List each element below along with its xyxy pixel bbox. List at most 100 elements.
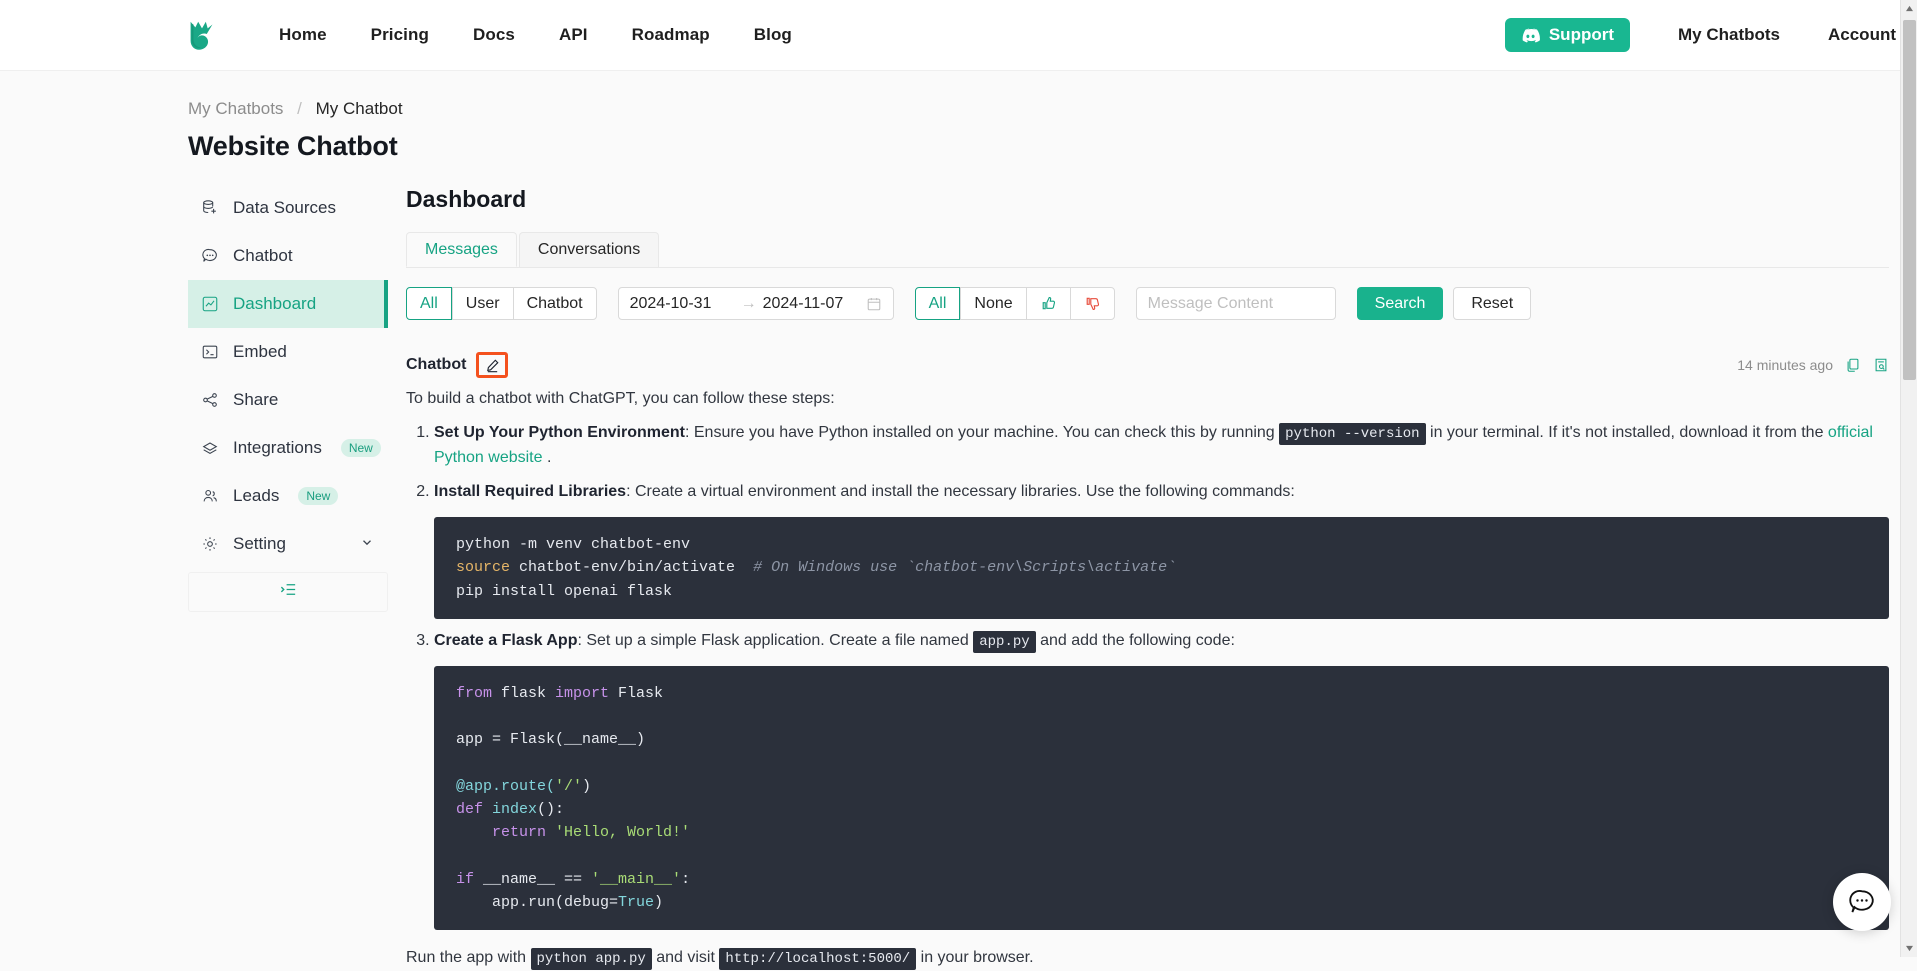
date-range-picker[interactable]: 2024-10-31 → 2024-11-07 [617,287,894,320]
feedback-filter-all[interactable]: All [914,287,961,320]
nav-link-account[interactable]: Account [1828,25,1896,45]
sidebar-item-integrations[interactable]: Integrations New [188,424,388,472]
primary-nav: Home Pricing Docs API Roadmap Blog [279,25,792,45]
thumbs-up-icon [1040,295,1057,312]
code-block-flask: from flask import Flask app = Flask(__na… [434,665,1889,931]
code-text: __name__ == [474,870,592,888]
code-terminal-icon [200,343,219,362]
sidebar-item-label: Embed [233,342,287,361]
sidebar-item-leads[interactable]: Leads New [188,472,388,520]
step-text-2: in your terminal. If it's not installed,… [1425,423,1828,441]
step-item: Install Required Libraries: Create a vir… [434,480,1889,619]
message-content-input[interactable] [1135,287,1336,320]
date-range-arrow-icon: → [740,294,757,312]
search-button[interactable]: Search [1356,287,1444,320]
code-kw-if: if [456,870,475,888]
message-meta: 14 minutes ago [1737,357,1889,373]
date-from-input[interactable]: 2024-10-31 [630,295,735,313]
nav-right-group: Support My Chatbots Account [1504,18,1896,52]
feedback-filter-thumbs-up[interactable] [1025,287,1070,320]
chat-widget-button[interactable] [1833,873,1891,931]
sidebar-item-dashboard[interactable]: Dashboard [188,280,388,328]
inline-code: python --version [1279,422,1426,445]
sidebar-badge-new: New [298,486,339,506]
nav-link-home[interactable]: Home [279,25,327,45]
code-text: flask [492,684,556,702]
sidebar-item-setting[interactable]: Setting [188,520,388,568]
feedback-filter-thumbs-down[interactable] [1069,287,1115,320]
dashboard-heading: Dashboard [406,186,527,212]
inline-code-run: python app.py [530,948,652,971]
message-timestamp: 14 minutes ago [1737,357,1833,373]
breadcrumb-separator: / [297,99,302,118]
message-intro: To build a chatbot with ChatGPT, you can… [406,390,835,407]
users-icon [200,487,219,506]
filter-toolbar: All User Chatbot 2024-10-31 → 2024-11-07 [406,287,1889,320]
breadcrumb: My Chatbots / My Chatbot [188,99,1917,119]
nav-link-my-chatbots[interactable]: My Chatbots [1678,25,1780,45]
scroll-down-arrow-icon[interactable] [1901,940,1917,957]
feedback-filter-none[interactable]: None [960,287,1026,320]
tab-messages[interactable]: Messages [406,232,517,267]
run-instruction: Run the app with python app.py and visit… [406,946,1889,971]
nav-link-docs[interactable]: Docs [473,25,515,45]
share-nodes-icon [200,391,219,410]
date-to-input[interactable]: 2024-11-07 [763,295,844,313]
edit-message-button[interactable] [476,352,509,378]
code-bool-true: True [618,893,655,911]
sidebar-item-label: Setting [233,534,286,553]
sidebar-item-label: Leads [233,486,280,505]
code-line-3: pip install openai flask [456,582,673,600]
thumbs-down-icon [1084,295,1101,312]
tab-bar: Messages Conversations [406,232,1889,268]
step-text-3: . [542,448,552,466]
message-header: Chatbot 14 minutes ago [406,352,1889,378]
chatbot-logo[interactable] [181,14,223,56]
sender-filter-user[interactable]: User [451,287,513,320]
steps-list: Set Up Your Python Environment: Ensure y… [406,421,1889,931]
discord-icon [1521,28,1540,43]
sidebar-item-embed[interactable]: Embed [188,328,388,376]
breadcrumb-parent[interactable]: My Chatbots [188,99,283,118]
copy-icon[interactable] [1845,357,1861,373]
code-text: ) [654,893,664,911]
nav-link-blog[interactable]: Blog [754,25,792,45]
code-block-venv: python -m venv chatbot-env source chatbo… [434,517,1889,619]
support-button[interactable]: Support [1504,18,1630,52]
database-add-icon [200,199,219,218]
reset-button[interactable]: Reset [1453,287,1532,320]
sidebar-item-label: Integrations [233,438,322,457]
document-search-icon[interactable] [1873,357,1889,373]
page-scrollbar[interactable] [1900,0,1917,957]
step-title: Install Required Libraries [434,483,627,501]
nav-link-pricing[interactable]: Pricing [371,25,429,45]
code-kw-import: import [555,684,610,702]
nav-link-roadmap[interactable]: Roadmap [632,25,710,45]
sidebar-item-label: Chatbot [233,246,293,265]
sidebar-item-data-sources[interactable]: Data Sources [188,184,388,232]
code-text: (): [537,800,565,818]
tab-conversations[interactable]: Conversations [518,232,660,267]
line-chart-icon [200,295,219,314]
sidebar-item-chatbot[interactable]: Chatbot [188,232,388,280]
nav-link-api[interactable]: API [559,25,588,45]
code-line-2: chatbot-env/bin/activate [510,559,736,577]
scroll-up-arrow-icon[interactable] [1901,0,1917,17]
chat-dots-icon [200,247,219,266]
main-content: Dashboard Messages Conversations All Use… [388,184,1917,971]
inline-code-url: http://localhost:5000/ [719,948,917,971]
code-kw-from: from [456,684,493,702]
step-item: Set Up Your Python Environment: Ensure y… [434,421,1889,471]
code-text: Flask [609,684,664,702]
page-container: My Chatbots / My Chatbot Website Chatbot… [0,99,1917,971]
chevron-down-icon [360,534,374,554]
code-kw-return: return [456,824,547,842]
sidebar-collapse-button[interactable] [188,572,388,612]
sidebar-badge-new: New [340,438,381,458]
scrollbar-thumb[interactable] [1903,20,1916,380]
code-text: : [681,870,691,888]
sender-filter-all[interactable]: All [406,287,452,320]
sender-filter-chatbot[interactable]: Chatbot [512,287,597,320]
sidebar-item-share[interactable]: Share [188,376,388,424]
message-body: To build a chatbot with ChatGPT, you can… [406,387,1889,971]
